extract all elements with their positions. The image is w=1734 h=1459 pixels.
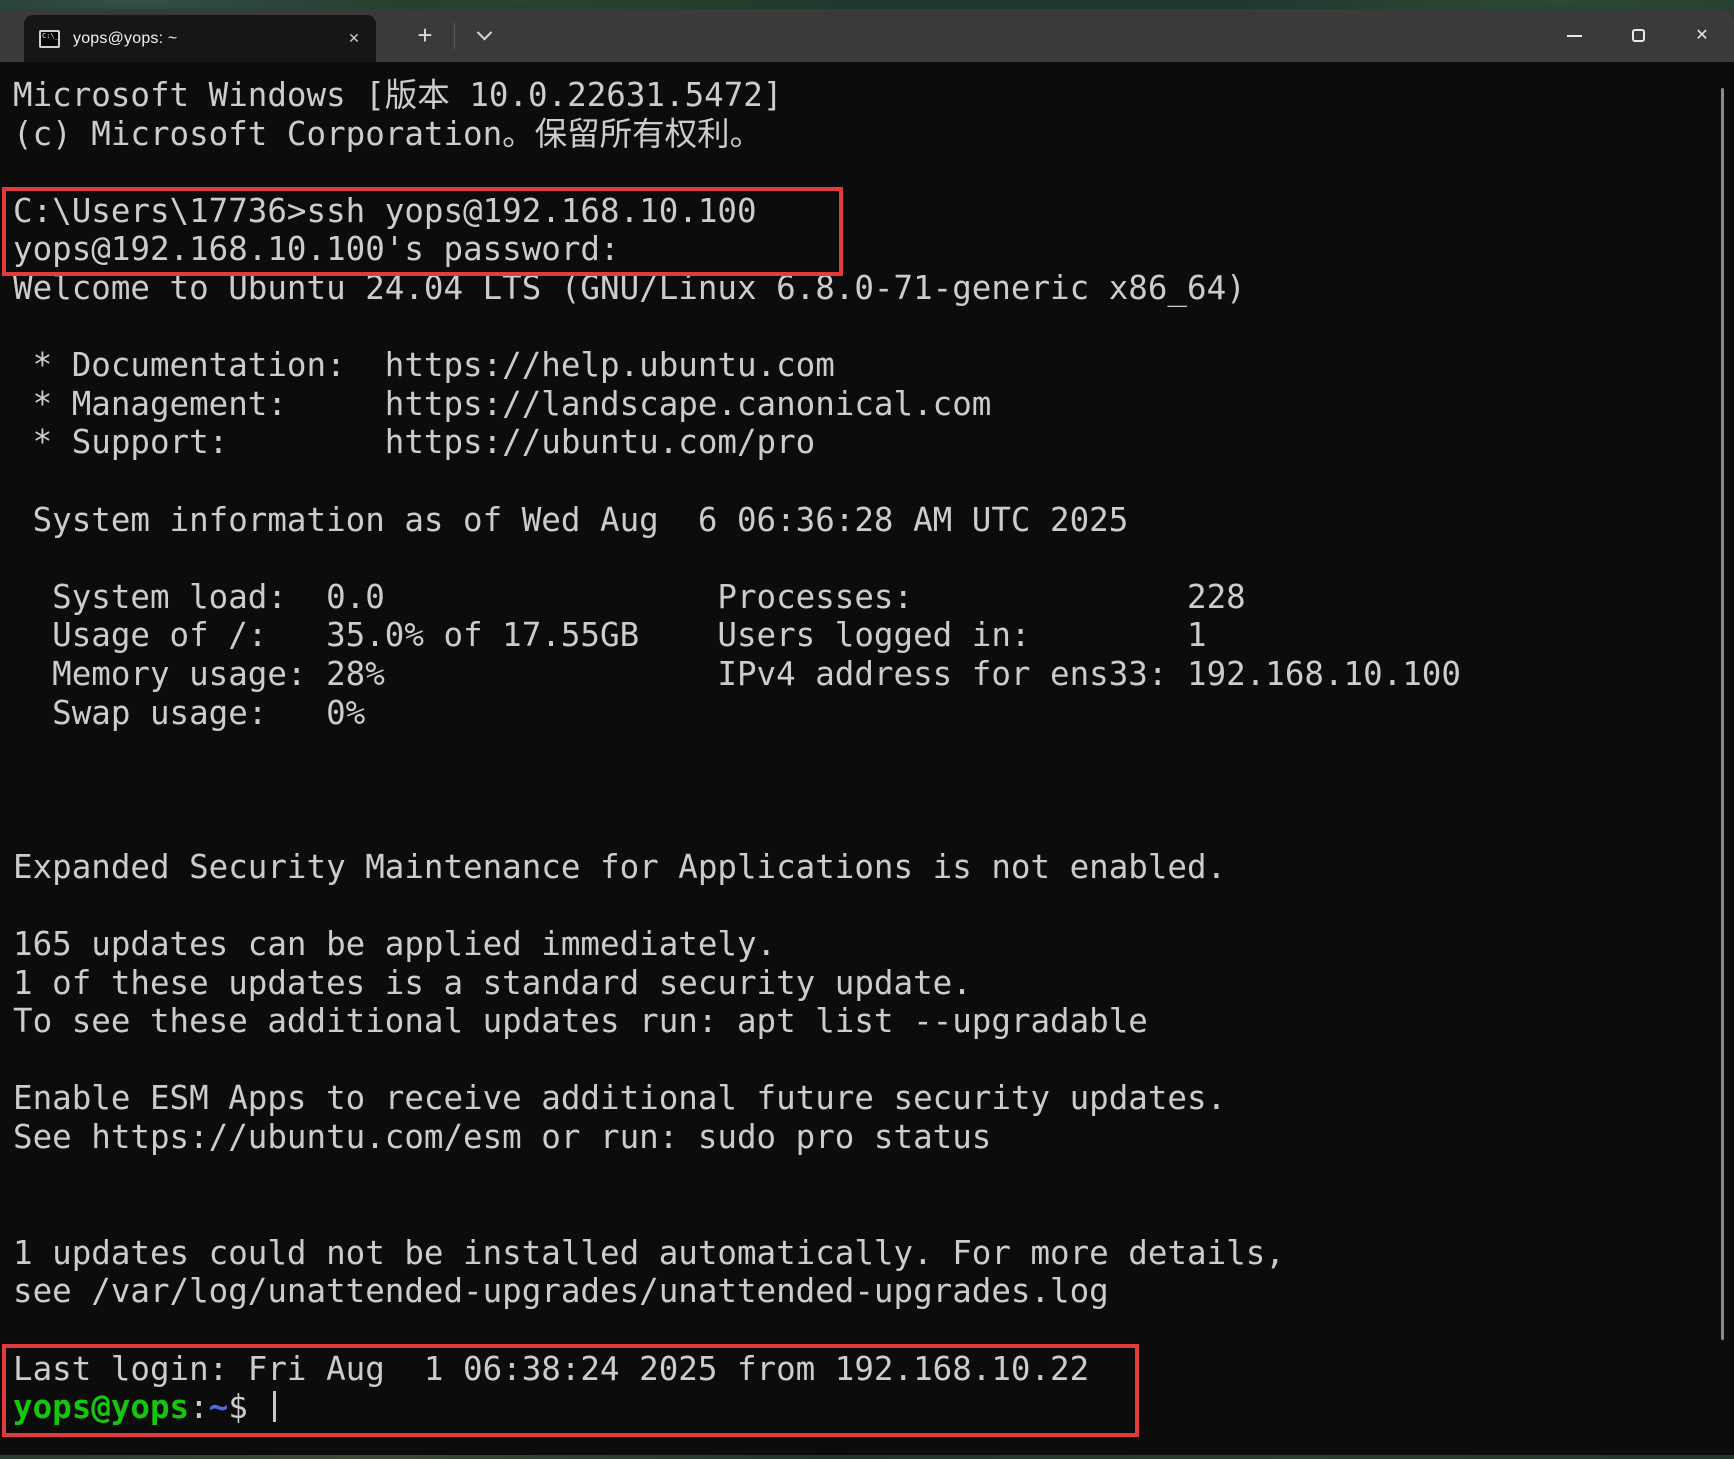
titlebar-drag-area[interactable] — [503, 9, 1542, 62]
terminal-line — [13, 308, 1734, 347]
terminal-line-esm-status: Expanded Security Maintenance for Applic… — [13, 848, 1734, 887]
scrollbar-thumb[interactable] — [1721, 88, 1724, 1340]
window-titlebar[interactable]: C:\_ yops@yops: ~ ✕ + ✕ — [0, 9, 1734, 62]
chevron-down-icon — [476, 25, 492, 41]
terminal-line — [13, 539, 1734, 578]
titlebar-divider — [454, 23, 455, 49]
cmd-icon: C:\_ — [39, 30, 60, 48]
close-button[interactable]: ✕ — [1670, 9, 1734, 62]
prompt-user-host: yops@yops — [13, 1388, 189, 1426]
terminal-line-security-update: 1 of these updates is a standard securit… — [13, 964, 1734, 1003]
terminal-tab[interactable]: C:\_ yops@yops: ~ ✕ — [24, 15, 376, 62]
terminal-line-password-prompt: yops@192.168.10.100's password: — [13, 230, 1734, 269]
terminal-line-sysinfo-header: System information as of Wed Aug 6 06:36… — [13, 501, 1734, 540]
terminal-line — [13, 886, 1734, 925]
terminal-prompt-line: yops@yops:~$ — [13, 1388, 1734, 1427]
close-icon: ✕ — [1695, 28, 1708, 44]
terminal-line-swap-usage: Swap usage: 0% — [13, 694, 1734, 733]
terminal-line: Microsoft Windows [版本 10.0.22631.5472] — [13, 76, 1734, 115]
maximize-button[interactable] — [1606, 9, 1670, 62]
terminal-line-system-load: System load: 0.0 Processes: 228 — [13, 578, 1734, 617]
minimize-icon — [1567, 35, 1582, 37]
terminal-line-upgrades-log: see /var/log/unattended-upgrades/unatten… — [13, 1272, 1734, 1311]
terminal-line — [13, 1041, 1734, 1080]
terminal-line — [13, 462, 1734, 501]
tab-title: yops@yops: ~ — [73, 30, 327, 48]
new-tab-button[interactable]: + — [406, 17, 444, 55]
terminal-cursor — [273, 1391, 276, 1422]
terminal-viewport[interactable]: Microsoft Windows [版本 10.0.22631.5472] (… — [0, 62, 1734, 1455]
terminal-line — [13, 1195, 1734, 1234]
prompt-colon: : — [189, 1388, 209, 1426]
terminal-line-ssh-command: C:\Users\17736>ssh yops@192.168.10.100 — [13, 192, 1734, 231]
maximize-icon — [1632, 29, 1645, 42]
terminal-line-unattended-upgrades: 1 updates could not be installed automat… — [13, 1234, 1734, 1273]
terminal-line-documentation: * Documentation: https://help.ubuntu.com — [13, 346, 1734, 385]
terminal-line — [13, 153, 1734, 192]
terminal-line — [13, 1311, 1734, 1350]
terminal-line — [13, 732, 1734, 771]
terminal-line — [13, 771, 1734, 810]
terminal-line: (c) Microsoft Corporation。保留所有权利。 — [13, 115, 1734, 154]
prompt-path: ~ — [209, 1388, 229, 1426]
terminal-line-esm-link: See https://ubuntu.com/esm or run: sudo … — [13, 1118, 1734, 1157]
window-controls: ✕ — [1542, 9, 1734, 62]
terminal-line — [13, 809, 1734, 848]
terminal-line — [13, 1157, 1734, 1196]
tab-dropdown-button[interactable] — [465, 17, 503, 55]
tab-close-icon[interactable]: ✕ — [340, 25, 368, 53]
terminal-line-memory-usage: Memory usage: 28% IPv4 address for ens33… — [13, 655, 1734, 694]
terminal-line-welcome: Welcome to Ubuntu 24.04 LTS (GNU/Linux 6… — [13, 269, 1734, 308]
terminal-line-support: * Support: https://ubuntu.com/pro — [13, 423, 1734, 462]
terminal-line-disk-usage: Usage of /: 35.0% of 17.55GB Users logge… — [13, 616, 1734, 655]
terminal-line-esm-apps: Enable ESM Apps to receive additional fu… — [13, 1079, 1734, 1118]
terminal-line-last-login: Last login: Fri Aug 1 06:38:24 2025 from… — [13, 1350, 1734, 1389]
minimize-button[interactable] — [1542, 9, 1606, 62]
prompt-dollar: $ — [228, 1388, 267, 1426]
terminal-line-updates-count: 165 updates can be applied immediately. — [13, 925, 1734, 964]
terminal-line-apt-hint: To see these additional updates run: apt… — [13, 1002, 1734, 1041]
terminal-line-management: * Management: https://landscape.canonica… — [13, 385, 1734, 424]
terminal-window: C:\_ yops@yops: ~ ✕ + ✕ Microsoft Window… — [0, 9, 1734, 1455]
